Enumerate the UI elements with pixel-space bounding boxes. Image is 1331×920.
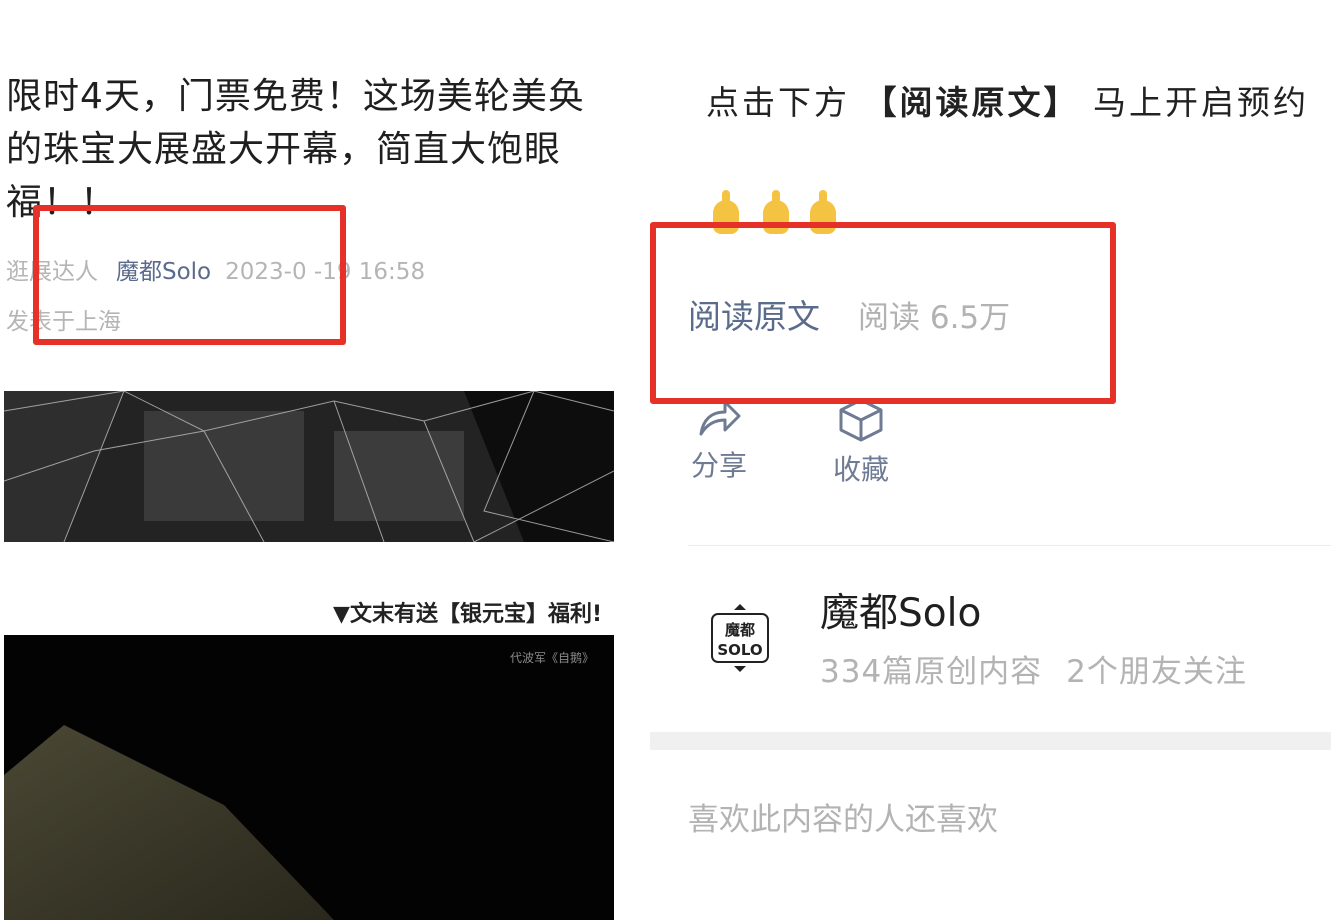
account-name[interactable]: 魔都Solo (820, 582, 981, 638)
favorite-label: 收藏 (832, 453, 889, 486)
prompt-highlight: 【阅读原文】 (863, 83, 1080, 122)
share-label: 分享 (690, 449, 747, 482)
video-caption: 代波军《自鹅》 (509, 651, 594, 665)
account-logo[interactable]: 魔都 SOLO (706, 602, 774, 674)
divider (688, 545, 1331, 546)
recommend-header: 喜欢此内容的人还喜欢 (688, 802, 998, 838)
favorite-button[interactable]: 收藏 (826, 396, 896, 488)
original-count: 334篇原创内容 (820, 654, 1043, 690)
friends-following: 2个朋友关注 (1066, 654, 1247, 690)
highlight-box-author (33, 205, 346, 345)
prompt-after: 马上开启预约 (1093, 83, 1309, 122)
video-frame[interactable]: 代波军《自鹅》 (4, 635, 614, 920)
logo-text-top: 魔都 (725, 621, 755, 639)
promo-line: ▼文末有送【银元宝】福利! (333, 602, 602, 627)
share-button[interactable]: 分享 (684, 396, 754, 484)
exhibition-banner-image (4, 391, 614, 542)
logo-text-bottom: SOLO (717, 641, 762, 659)
read-original-prompt: 点击下方 【阅读原文】 马上开启预约 (706, 76, 1309, 124)
prompt-before: 点击下方 (706, 83, 850, 122)
account-stats: 334篇原创内容 2个朋友关注 (820, 646, 1247, 691)
highlight-box-read-original (650, 222, 1116, 404)
section-divider (650, 732, 1331, 750)
